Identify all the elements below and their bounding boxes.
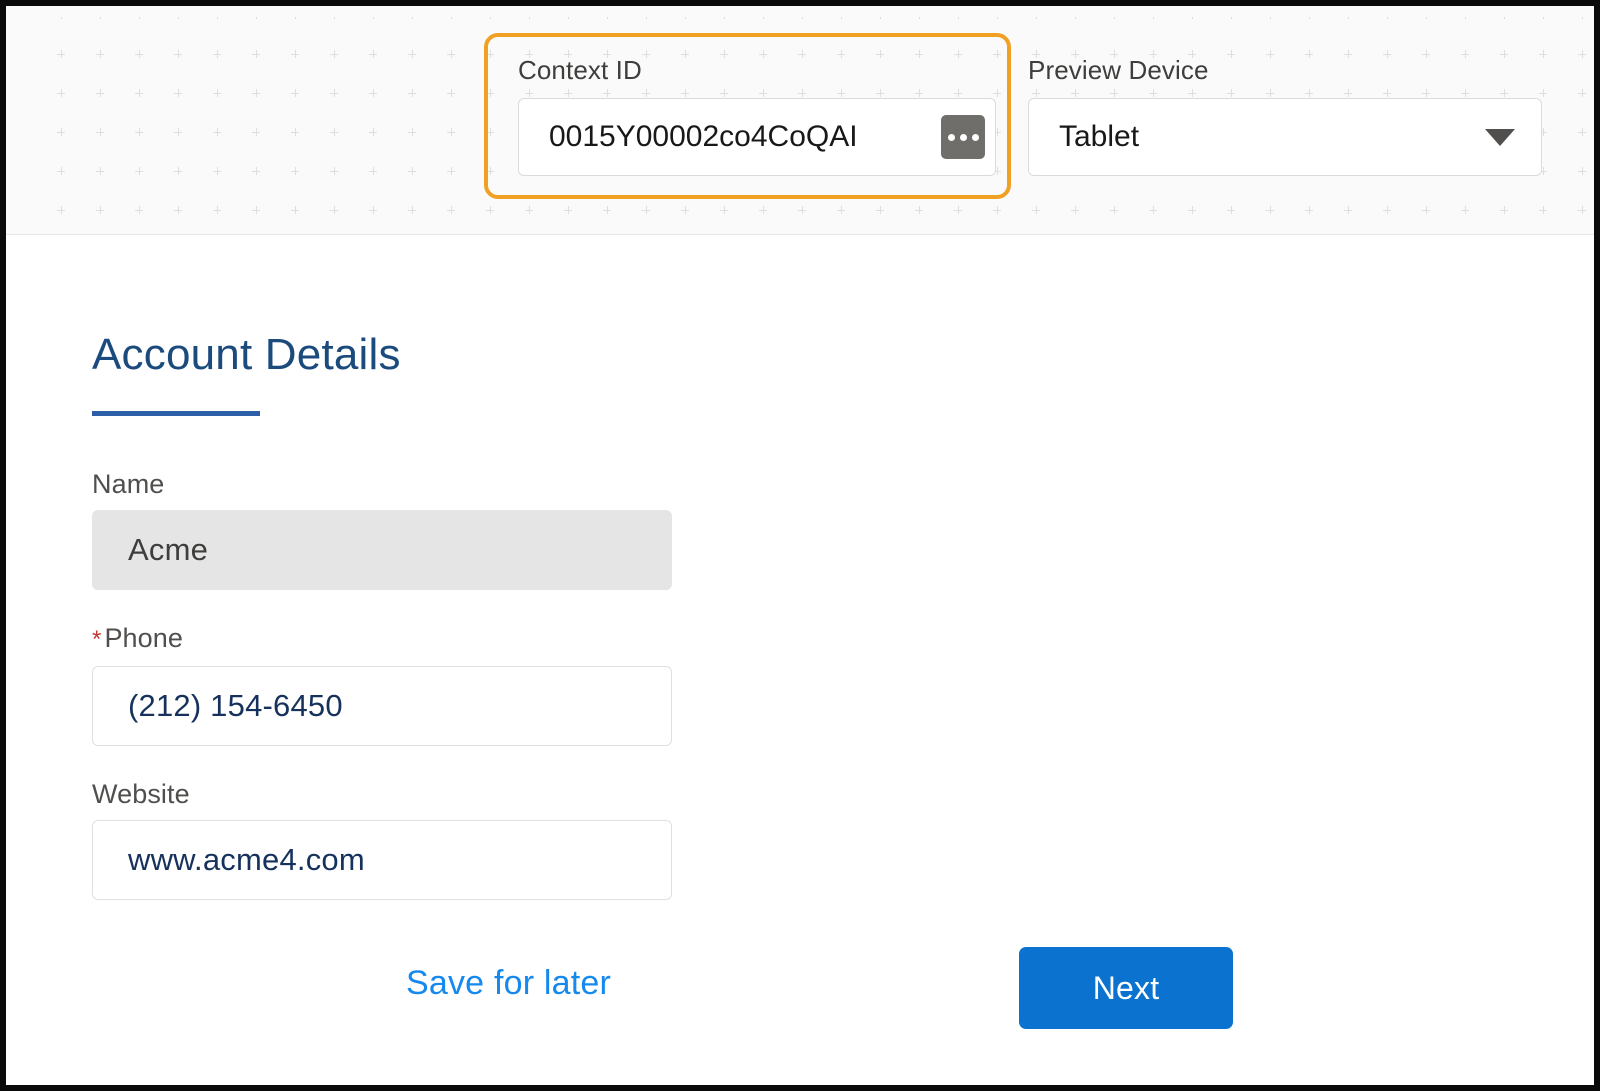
ellipsis-dot-3 [971,133,979,141]
phone-input[interactable]: (212) 154-6450 [92,666,672,746]
required-asterisk-icon: * [92,626,102,653]
preview-builder-toolbar: Context ID 0015Y00002co4CoQAI Preview De… [6,6,1594,235]
name-label-text: Name [92,469,165,499]
preview-device-label: Preview Device [1028,55,1209,85]
name-input: Acme [92,510,672,590]
save-for-later-button[interactable]: Save for later [406,961,611,1005]
ellipsis-icon[interactable] [941,115,985,159]
form-canvas: Account Details Name Acme * Phone (212) 1… [6,235,1594,1085]
context-id-label: Context ID [518,55,642,85]
account-details-form: Name Acme * Phone (212) 154-6450 Website … [92,467,672,931]
phone-label: * Phone [92,621,672,657]
name-label: Name [92,467,672,501]
title-underline [92,411,260,416]
ellipsis-dot-1 [947,133,955,141]
preview-device-selected-value: Tablet [1059,120,1140,153]
preview-device-field-group: Preview Device Tablet [1028,54,1542,176]
form-row-website: Website www.acme4.com [92,777,672,900]
screenshot-frame: Context ID 0015Y00002co4CoQAI Preview De… [0,0,1600,1091]
website-label-text: Website [92,779,190,809]
form-actions: Save for later Next [6,947,1594,1057]
preview-device-select[interactable]: Tablet [1028,98,1542,176]
chevron-down-icon [1485,128,1515,146]
website-input[interactable]: www.acme4.com [92,820,672,900]
ellipsis-dot-2 [959,133,967,141]
phone-label-text: Phone [104,623,184,653]
context-id-value[interactable]: 0015Y00002co4CoQAI [519,120,941,154]
website-label: Website [92,777,672,811]
next-button[interactable]: Next [1019,947,1233,1029]
context-id-input-wrapper[interactable]: 0015Y00002co4CoQAI [518,98,996,176]
page-title: Account Details [92,330,401,379]
context-id-field-group: Context ID 0015Y00002co4CoQAI [518,54,996,176]
form-row-name: Name Acme [92,467,672,590]
form-row-phone: * Phone (212) 154-6450 [92,621,672,746]
